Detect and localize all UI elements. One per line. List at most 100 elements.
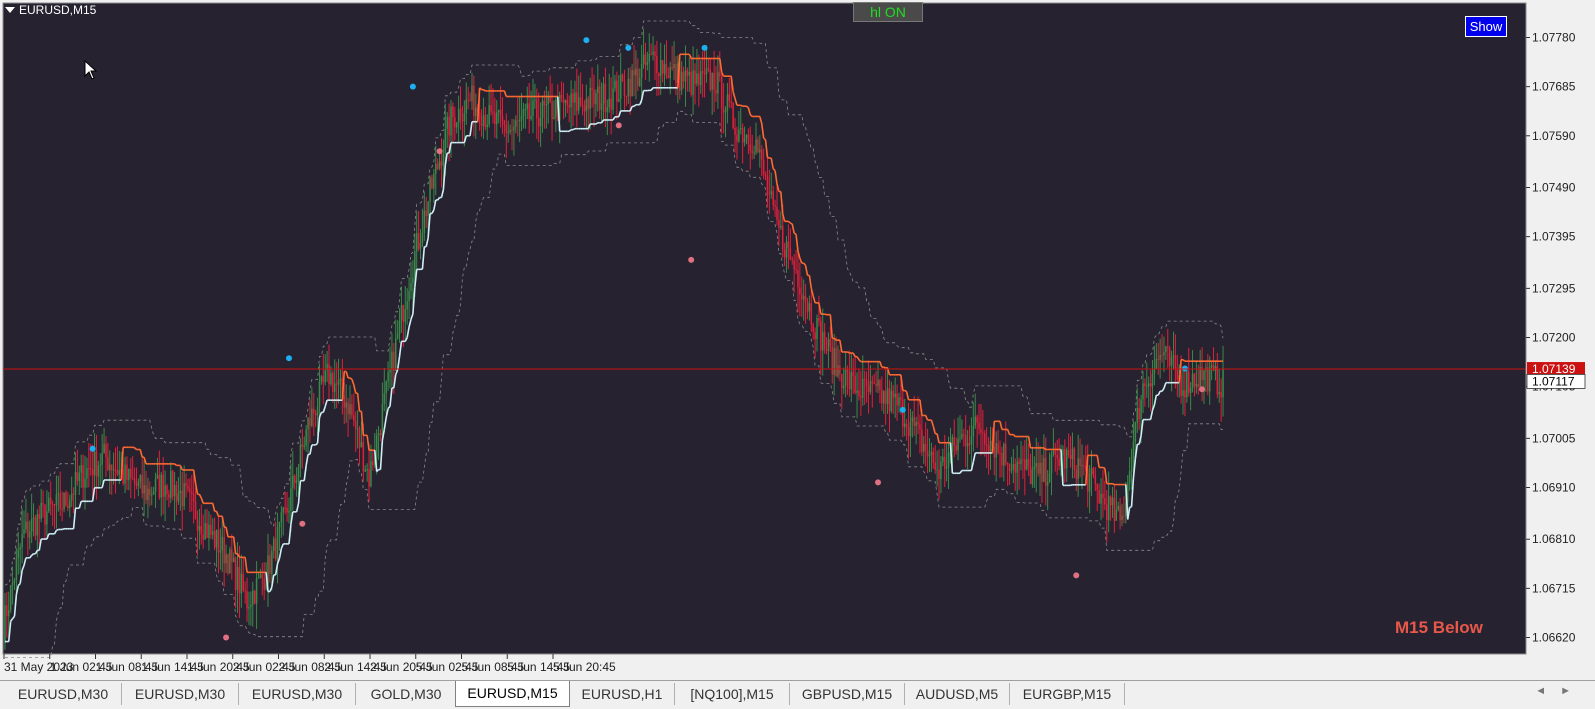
tab-gold-m30[interactable]: GOLD,M30	[356, 683, 457, 705]
candle-body	[1116, 510, 1118, 521]
candle-body	[166, 486, 168, 495]
candle-body	[452, 106, 454, 117]
candle-body	[696, 73, 698, 83]
candle-body	[521, 116, 523, 120]
candle-body	[446, 117, 448, 129]
candle-body	[1117, 506, 1119, 510]
candle-body	[496, 112, 498, 124]
candle-body	[549, 97, 551, 102]
candle-body	[368, 469, 370, 486]
candle-body	[643, 54, 645, 63]
candle-body	[1209, 367, 1211, 391]
candle-body	[1074, 449, 1076, 470]
candle-body	[149, 489, 151, 495]
candle-body	[1167, 346, 1169, 347]
candle-body	[1180, 375, 1182, 396]
candle-body	[593, 90, 595, 105]
candle-body	[385, 381, 387, 393]
trailing-line-segment	[905, 390, 907, 391]
candle-body	[843, 386, 845, 388]
candle-body	[302, 444, 304, 446]
candle-body	[67, 505, 69, 508]
candle-body	[361, 442, 363, 447]
candle-body	[4, 605, 6, 642]
candle-body	[896, 394, 898, 406]
tab-eurgbp-m15[interactable]: EURGBP,M15	[1010, 683, 1125, 705]
tab-nq100-m15[interactable]: [NQ100],M15	[675, 683, 790, 705]
show-button[interactable]: Show	[1465, 16, 1507, 37]
tab-eurusd-m30-3[interactable]: EURUSD,M30	[239, 683, 356, 705]
candle-body	[500, 110, 502, 116]
candle-body	[59, 493, 61, 509]
hl-toggle-button[interactable]: hl ON	[853, 2, 923, 22]
candle-body	[162, 475, 164, 497]
candle-body	[650, 54, 652, 55]
candle-body	[772, 191, 774, 205]
tab-eurusd-m30-2[interactable]: EURUSD,M30	[122, 683, 239, 705]
candle-body	[664, 64, 666, 74]
candle-body	[216, 530, 218, 548]
tab-eurusd-h1[interactable]: EURUSD,H1	[570, 683, 675, 705]
candle-body	[403, 305, 405, 322]
candle-body	[1026, 459, 1028, 470]
candle-body	[824, 332, 826, 350]
candle-body	[391, 352, 393, 370]
candle-body	[395, 338, 397, 371]
candle-body	[483, 115, 485, 126]
candle-body	[1022, 460, 1024, 461]
candle-body	[1034, 467, 1036, 470]
candle-body	[940, 462, 942, 479]
candle-body	[170, 471, 172, 498]
price-tick-label: 1.07200	[1532, 331, 1576, 345]
candle-body	[1148, 383, 1150, 386]
candle-body	[1106, 505, 1108, 520]
candle-body	[1190, 388, 1192, 393]
candle-body	[183, 483, 185, 506]
candle-body	[812, 325, 814, 333]
tab-audusd-m5[interactable]: AUDUSD,M5	[905, 683, 1010, 705]
tab-eurusd-m15[interactable]: EURUSD,M15	[455, 681, 570, 707]
candle-body	[1030, 466, 1032, 484]
trailing-line-segment	[1103, 467, 1105, 468]
candle-body	[586, 98, 588, 111]
price-tick-label: 1.07395	[1532, 230, 1576, 244]
candle-body	[71, 494, 73, 501]
candle-body	[214, 531, 216, 547]
candle-body	[119, 470, 121, 474]
candle-body	[27, 522, 29, 538]
candle-body	[1091, 468, 1093, 474]
candle-body	[21, 534, 23, 547]
candle-body	[23, 529, 25, 534]
swing-high-dot	[625, 45, 631, 51]
candle-body	[401, 305, 403, 320]
tab-eurusd-m30-1[interactable]: EURUSD,M30	[5, 683, 122, 705]
candle-body	[912, 417, 914, 421]
candle-body	[1043, 458, 1045, 482]
candle-body	[614, 81, 616, 89]
candle-body	[647, 62, 649, 65]
candle-body	[540, 118, 542, 127]
chart-symbol-label[interactable]: EURUSD,M15	[5, 3, 96, 17]
candle-body	[631, 70, 633, 96]
candle-body	[328, 364, 330, 384]
candle-body	[50, 498, 52, 504]
candle-body	[700, 71, 702, 85]
candlestick-chart[interactable]: 1.077801.076851.075901.074901.073951.072…	[0, 0, 1595, 680]
candle-body	[873, 383, 875, 384]
candle-body	[567, 100, 569, 105]
candle-body	[818, 318, 820, 321]
candle-body	[536, 100, 538, 119]
candle-body	[957, 439, 959, 451]
candle-body	[574, 92, 576, 102]
candle-body	[904, 424, 906, 427]
candle-body	[986, 444, 988, 446]
tab-gbpusd-m15[interactable]: GBPUSD,M15	[790, 683, 905, 705]
candle-body	[1119, 506, 1121, 520]
tab-scroll-arrows-icon[interactable]: ◄►	[1535, 685, 1585, 697]
candle-body	[164, 486, 166, 497]
chart-window[interactable]: 1.077801.076851.075901.074901.073951.072…	[0, 0, 1595, 680]
candle-body	[218, 530, 220, 553]
candle-body	[445, 129, 447, 154]
candle-body	[702, 71, 704, 73]
dropdown-triangle-icon[interactable]	[5, 7, 15, 13]
